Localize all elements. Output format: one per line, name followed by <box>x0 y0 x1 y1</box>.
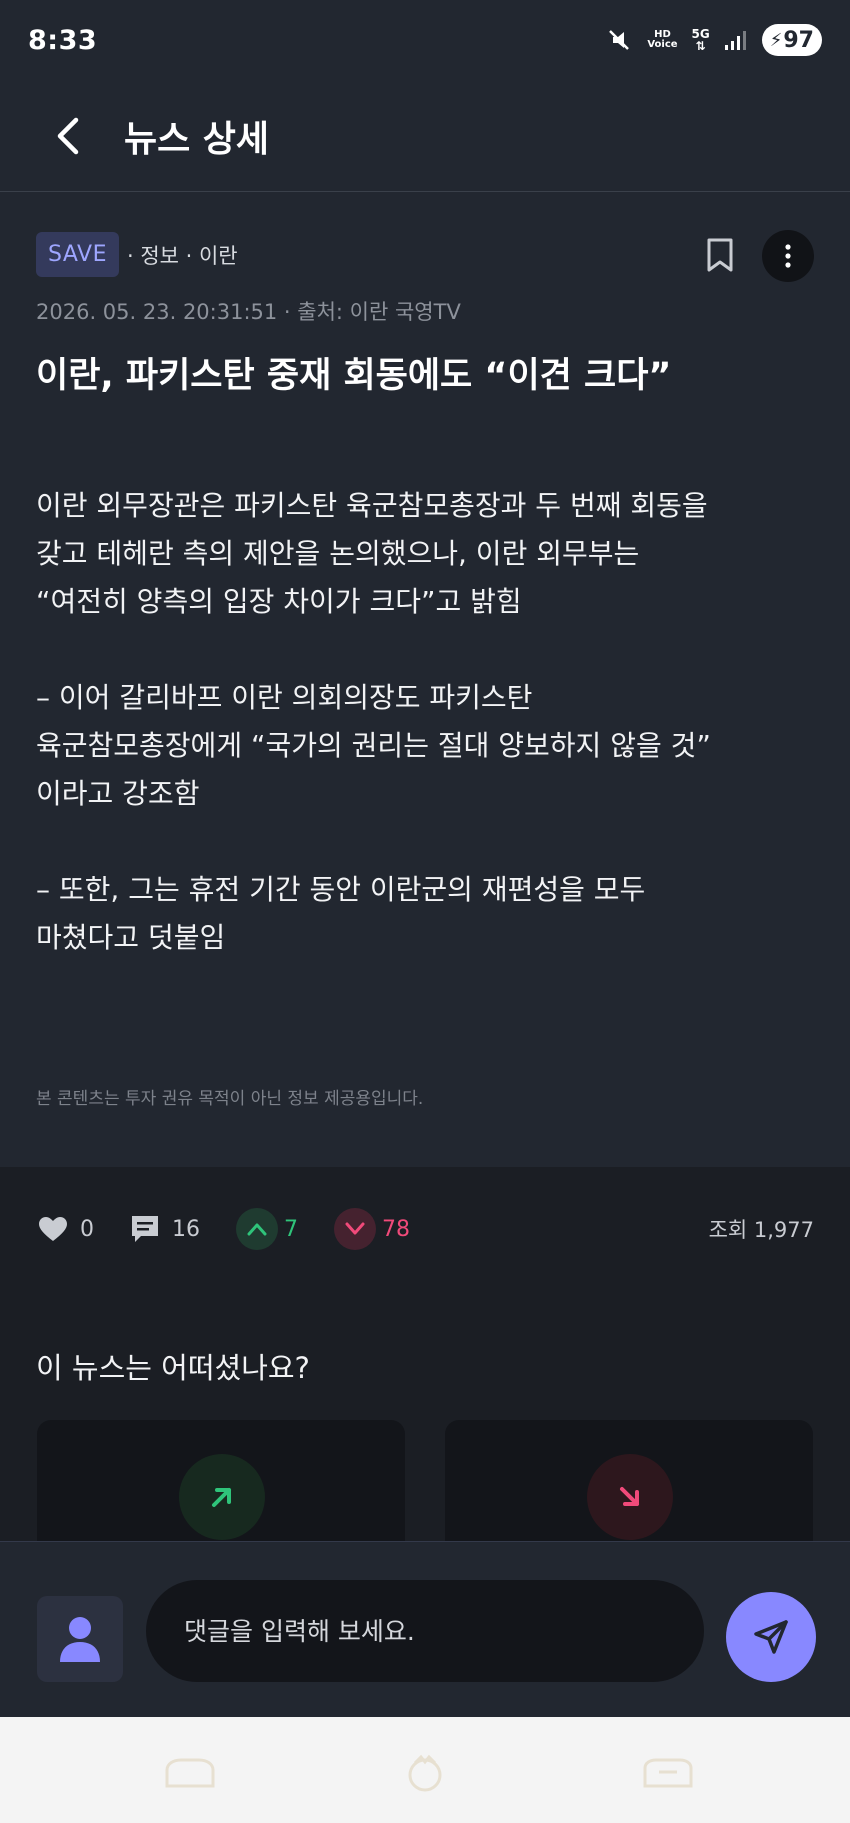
more-options-button[interactable] <box>762 230 814 282</box>
article-body: 이란 외무장관은 파키스탄 육군참모총장과 두 번째 회동을 갖고 테헤란 측의… <box>36 482 826 1010</box>
status-time: 8:33 <box>28 24 98 56</box>
article-paragraph: – 이어 갈리바프 이란 의회의장도 파키스탄 육군참모총장에게 “국가의 권리… <box>36 681 711 810</box>
page-title: 뉴스 상세 <box>124 118 270 160</box>
arrow-up-right-icon <box>179 1454 265 1540</box>
stats-row: 0 16 7 78 조회 1,977 <box>38 1208 814 1250</box>
status-icons: HD Voice 5G ⇅ ⚡ 97 <box>605 24 822 56</box>
chevron-down-icon <box>334 1208 376 1250</box>
view-count: 조회 1,977 <box>708 1218 814 1242</box>
hd-voice-icon: HD Voice <box>647 29 678 50</box>
downvote-count: 78 <box>382 1216 410 1242</box>
nav-right-icon[interactable] <box>638 1751 698 1795</box>
like-button[interactable]: 0 <box>38 1216 94 1242</box>
user-icon <box>60 1617 100 1662</box>
bookmark-icon <box>707 238 733 272</box>
comment-count: 16 <box>172 1216 200 1242</box>
comment-icon <box>130 1214 160 1244</box>
article: SAVE · 정보 · 이란 2026. 05. 23. 20:31:51 · … <box>0 192 850 1167</box>
comment-count-button[interactable]: 16 <box>130 1214 200 1244</box>
network-5g-icon: 5G ⇅ <box>691 27 710 53</box>
like-count: 0 <box>80 1216 94 1242</box>
avatar <box>37 1596 123 1682</box>
feedback-title: 이 뉴스는 어떠셨나요? <box>36 1351 310 1385</box>
mute-icon <box>605 26 633 54</box>
arrow-down-right-icon <box>587 1454 673 1540</box>
chevron-up-icon <box>236 1208 278 1250</box>
upvote-count: 7 <box>284 1216 298 1242</box>
article-headline: 이란, 파키스탄 중재 회동에도 “이견 크다” <box>36 356 672 396</box>
send-button[interactable] <box>726 1592 816 1682</box>
nav-home-icon[interactable] <box>160 1751 220 1795</box>
disclaimer: 본 콘텐츠는 투자 권유 목적이 아닌 정보 제공용입니다. <box>36 1089 424 1109</box>
save-tag: SAVE <box>36 232 119 277</box>
back-arrow-icon <box>57 117 79 154</box>
bookmark-button[interactable] <box>700 232 740 278</box>
comment-input[interactable] <box>146 1580 704 1682</box>
heart-icon <box>38 1216 68 1242</box>
nav-center-icon[interactable] <box>395 1751 455 1795</box>
stats-section: 0 16 7 78 조회 1,977 이 뉴스는 어떠셨나요? <box>0 1167 850 1580</box>
app-header: 뉴스 상세 <box>0 80 850 192</box>
back-button[interactable] <box>34 101 104 171</box>
article-category: · 정보 · 이란 <box>126 243 238 268</box>
bottom-nav <box>0 1717 850 1823</box>
comment-bar <box>0 1541 850 1717</box>
status-bar: 8:33 HD Voice 5G ⇅ ⚡ 97 <box>0 0 850 80</box>
battery-indicator: ⚡ 97 <box>761 24 822 56</box>
article-date-source: 2026. 05. 23. 20:31:51 · 출처: 이란 국영TV <box>36 300 461 324</box>
more-vertical-icon <box>785 244 791 268</box>
charging-icon: ⚡ <box>769 29 783 51</box>
upvote-button[interactable]: 7 <box>236 1208 298 1250</box>
send-icon <box>754 1620 788 1654</box>
article-meta: SAVE · 정보 · 이란 <box>36 232 238 277</box>
article-paragraph: 이란 외무장관은 파키스탄 육군참모총장과 두 번째 회동을 갖고 테헤란 측의… <box>36 489 708 618</box>
article-paragraph: – 또한, 그는 휴전 기간 동안 이란군의 재편성을 모두 마쳤다고 덧붙임 <box>36 873 646 954</box>
signal-icon <box>724 29 748 51</box>
downvote-button[interactable]: 78 <box>334 1208 410 1250</box>
